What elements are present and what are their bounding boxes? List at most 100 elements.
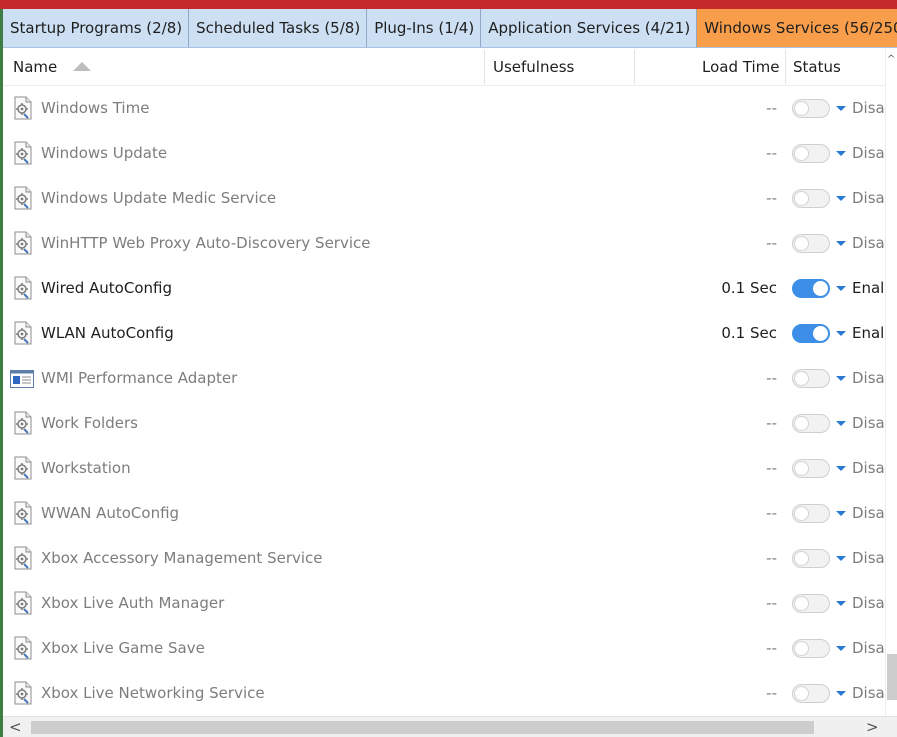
status-dropdown-caret-icon[interactable] — [836, 511, 846, 516]
status-text: Enal — [852, 324, 885, 342]
status-toggle[interactable] — [792, 189, 830, 208]
table-row[interactable]: Windows Time -- Disa — [3, 86, 885, 131]
load-time-value: -- — [766, 684, 777, 702]
status-dropdown-caret-icon[interactable] — [836, 241, 846, 246]
tab-windows-services[interactable]: Windows Services (56/250) — [697, 9, 897, 47]
status-dropdown-caret-icon[interactable] — [836, 601, 846, 606]
table-row[interactable]: Workstation -- Disa — [3, 446, 885, 491]
toggle-knob — [813, 281, 828, 296]
load-time-value: -- — [766, 459, 777, 477]
table-row[interactable]: WLAN AutoConfig 0.1 Sec Enal — [3, 311, 885, 356]
toggle-knob — [794, 191, 809, 206]
status-text: Disa — [852, 594, 885, 612]
status-dropdown-caret-icon[interactable] — [836, 106, 846, 111]
toggle-knob — [813, 326, 828, 341]
service-name: WWAN AutoConfig — [41, 504, 180, 522]
status-dropdown-caret-icon[interactable] — [836, 196, 846, 201]
status-toggle[interactable] — [792, 369, 830, 388]
status-toggle[interactable] — [792, 144, 830, 163]
table-row[interactable]: Xbox Live Game Save -- Disa — [3, 626, 885, 671]
status-text: Disa — [852, 234, 885, 252]
name-column-header[interactable]: Name — [13, 48, 92, 85]
status-dropdown-caret-icon[interactable] — [836, 331, 846, 336]
horizontal-scrollbar[interactable]: < > — [3, 716, 897, 737]
status-dropdown-caret-icon[interactable] — [836, 376, 846, 381]
status-column-header[interactable]: Status — [793, 48, 841, 85]
column-divider[interactable] — [484, 50, 485, 84]
horizontal-scroll-thumb[interactable] — [31, 721, 814, 734]
service-name: Windows Time — [41, 99, 150, 117]
service-name: Xbox Live Game Save — [41, 639, 205, 657]
table-row[interactable]: Xbox Live Auth Manager -- Disa — [3, 581, 885, 626]
load-time-value: -- — [766, 639, 777, 657]
table-row[interactable]: WinHTTP Web Proxy Auto-Discovery Service… — [3, 221, 885, 266]
status-toggle[interactable] — [792, 99, 830, 118]
table-row[interactable]: Windows Update Medic Service -- Disa — [3, 176, 885, 221]
service-gear-icon — [13, 321, 33, 345]
usefulness-column-header[interactable]: Usefulness — [493, 48, 574, 85]
tab-application-services[interactable]: Application Services (4/21) — [481, 9, 698, 47]
status-dropdown-caret-icon[interactable] — [836, 646, 846, 651]
status-dropdown-caret-icon[interactable] — [836, 151, 846, 156]
status-toggle[interactable] — [792, 594, 830, 613]
load-time-column-header[interactable]: Load Time — [702, 48, 779, 85]
table-row[interactable]: WWAN AutoConfig -- Disa — [3, 491, 885, 536]
service-gear-icon — [13, 186, 33, 210]
status-text: Enal — [852, 279, 885, 297]
name-column-label: Name — [13, 57, 58, 76]
load-time-value: 0.1 Sec — [721, 324, 777, 342]
table-row[interactable]: Work Folders -- Disa — [3, 401, 885, 446]
tab-strip: Startup Programs (2/8) Scheduled Tasks (… — [3, 9, 897, 48]
status-toggle[interactable] — [792, 459, 830, 478]
table-row[interactable]: Xbox Accessory Management Service -- Disa — [3, 536, 885, 581]
load-time-value: -- — [766, 144, 777, 162]
column-divider[interactable] — [634, 50, 635, 84]
status-toggle[interactable] — [792, 234, 830, 253]
status-text: Disa — [852, 144, 885, 162]
service-name: Wired AutoConfig — [41, 279, 172, 297]
window-app-icon — [10, 370, 34, 394]
vertical-scroll-thumb[interactable] — [887, 654, 897, 700]
table-row[interactable]: Xbox Live Networking Service -- Disa — [3, 671, 885, 716]
load-time-value: -- — [766, 99, 777, 117]
status-text: Disa — [852, 639, 885, 657]
toggle-knob — [794, 596, 809, 611]
service-name: Windows Update Medic Service — [41, 189, 277, 207]
toggle-knob — [794, 416, 809, 431]
status-dropdown-caret-icon[interactable] — [836, 421, 846, 426]
status-toggle[interactable] — [792, 279, 830, 298]
status-toggle[interactable] — [792, 639, 830, 658]
status-text: Disa — [852, 414, 885, 432]
status-toggle[interactable] — [792, 549, 830, 568]
vertical-scrollbar[interactable]: ^ — [885, 48, 897, 716]
toggle-knob — [794, 371, 809, 386]
status-toggle[interactable] — [792, 504, 830, 523]
toggle-knob — [794, 461, 809, 476]
column-divider[interactable] — [785, 50, 786, 84]
table-row[interactable]: Windows Update -- Disa — [3, 131, 885, 176]
tab-plug-ins[interactable]: Plug-Ins (1/4) — [367, 9, 482, 47]
status-dropdown-caret-icon[interactable] — [836, 691, 846, 696]
status-text: Disa — [852, 684, 885, 702]
status-toggle[interactable] — [792, 324, 830, 343]
toggle-knob — [794, 551, 809, 566]
status-dropdown-caret-icon[interactable] — [836, 556, 846, 561]
scroll-up-icon[interactable]: ^ — [887, 54, 895, 65]
status-text: Disa — [852, 504, 885, 522]
tab-scheduled-tasks[interactable]: Scheduled Tasks (5/8) — [189, 9, 368, 47]
tab-startup-programs[interactable]: Startup Programs (2/8) — [3, 9, 190, 47]
service-gear-icon — [13, 591, 33, 615]
scroll-right-icon[interactable]: > — [866, 717, 879, 737]
scroll-left-icon[interactable]: < — [9, 717, 22, 737]
service-gear-icon — [13, 456, 33, 480]
services-list: Windows Time -- Disa Windows Update -- Disa Wi… — [3, 86, 885, 716]
status-toggle[interactable] — [792, 414, 830, 433]
service-name: Xbox Accessory Management Service — [41, 549, 323, 567]
status-toggle[interactable] — [792, 684, 830, 703]
load-time-value: 0.1 Sec — [721, 279, 777, 297]
table-row[interactable]: WMI Performance Adapter -- Disa — [3, 356, 885, 401]
status-dropdown-caret-icon[interactable] — [836, 466, 846, 471]
table-row[interactable]: Wired AutoConfig 0.1 Sec Enal — [3, 266, 885, 311]
toggle-knob — [794, 101, 809, 116]
status-dropdown-caret-icon[interactable] — [836, 286, 846, 291]
